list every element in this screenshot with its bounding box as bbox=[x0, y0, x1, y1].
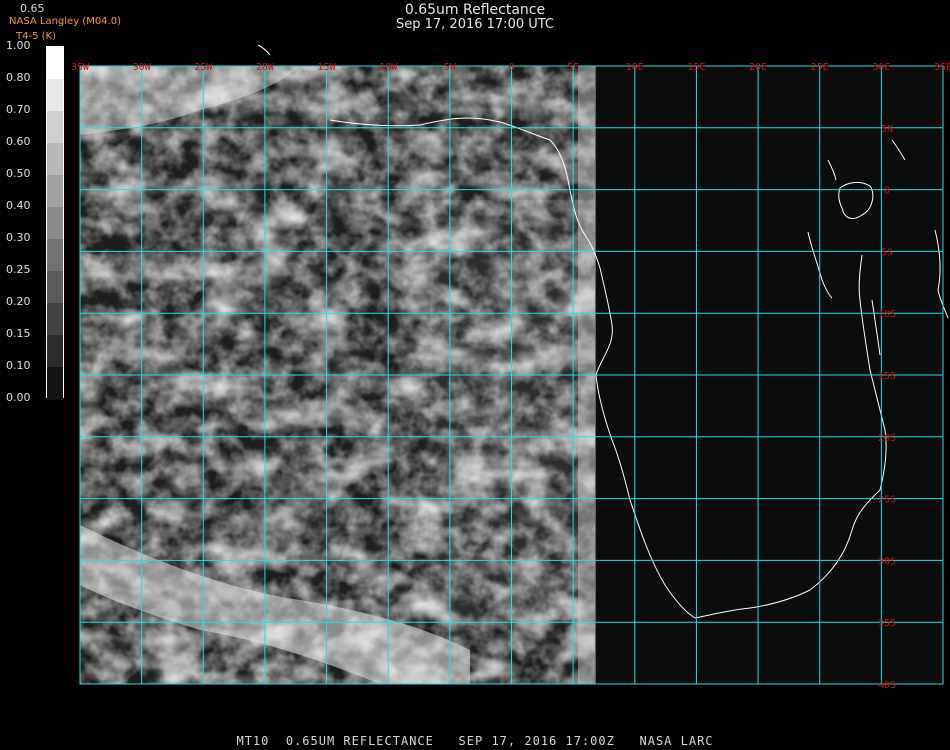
lon-label: 20E bbox=[749, 62, 767, 73]
colorbar-step bbox=[47, 175, 63, 208]
lon-label: 35E bbox=[934, 62, 950, 73]
lon-label: 10W bbox=[379, 62, 398, 73]
lon-label: 15E bbox=[687, 62, 705, 73]
lat-label: 10S bbox=[878, 309, 896, 320]
colorbar-tick-label: 0.15 bbox=[6, 327, 31, 340]
lon-label: 25E bbox=[811, 62, 829, 73]
colorbar-step bbox=[47, 79, 63, 112]
footer-caption: MT10 0.65UM REFLECTANCE SEP 17, 2016 17:… bbox=[236, 734, 714, 748]
colorbar-tick-label: 0.70 bbox=[6, 103, 31, 116]
lat-label: 35S bbox=[878, 618, 896, 629]
colorbar-tick-label: 0.20 bbox=[6, 295, 31, 308]
lon-label: 5E bbox=[567, 62, 579, 73]
colorbar-tick-label: 0.30 bbox=[6, 231, 31, 244]
credit-label: NASA Langley (M04.0) bbox=[9, 16, 121, 27]
lon-label: 35W bbox=[71, 62, 90, 73]
lat-label: 25S bbox=[878, 495, 896, 506]
colorbar bbox=[46, 46, 64, 400]
lat-label: 5N bbox=[881, 124, 893, 135]
colorbar-step bbox=[47, 111, 63, 144]
colorbar-tick-label: 0.40 bbox=[6, 199, 31, 212]
colorbar-tick-label: 1.00 bbox=[6, 39, 31, 52]
lon-label: 15W bbox=[318, 62, 337, 73]
colorbar-tick-label: 0.00 bbox=[6, 391, 31, 404]
lon-label: 30W bbox=[133, 62, 152, 73]
lon-label: 20W bbox=[256, 62, 275, 73]
colorbar-step bbox=[47, 47, 63, 80]
lat-label: 0 bbox=[884, 186, 890, 197]
colorbar-tick-label: 0.80 bbox=[6, 71, 31, 84]
colorbar-tick-label: 0.10 bbox=[6, 359, 31, 372]
colorbar-step bbox=[47, 271, 63, 304]
readout-value: 0.65 bbox=[20, 2, 45, 15]
colorbar-step bbox=[47, 207, 63, 240]
colorbar-step bbox=[47, 367, 63, 400]
colorbar-tick-label: 0.50 bbox=[6, 167, 31, 180]
colorbar-step bbox=[47, 335, 63, 368]
map-title: 0.65um Reflectance bbox=[404, 2, 546, 18]
satellite-map: 35W 30W 25W 20W 15W 10W 5W 0 5E 10E 15E 20E 25E 30E 35… bbox=[71, 44, 950, 691]
colorbar-tick-label: 0.60 bbox=[6, 135, 31, 148]
colorbar-step bbox=[47, 239, 63, 272]
colorbar-tick-label: 0.25 bbox=[6, 263, 31, 276]
lon-label: 10E bbox=[626, 62, 644, 73]
lat-label: 30S bbox=[878, 556, 896, 567]
lon-label: 5W bbox=[444, 62, 457, 73]
lat-label: 15S bbox=[878, 371, 896, 382]
island-north bbox=[257, 44, 271, 56]
map-timestamp: Sep 17, 2016 17:00 UTC bbox=[395, 17, 555, 32]
colorbar-step bbox=[47, 303, 63, 336]
lon-label: 25W bbox=[194, 62, 213, 73]
lat-label: 5S bbox=[881, 247, 893, 258]
colorbar-step bbox=[47, 143, 63, 176]
lat-label: 40S bbox=[878, 680, 896, 691]
lon-label: 0 bbox=[508, 62, 514, 73]
lon-label: 30E bbox=[872, 62, 890, 73]
lat-label: 20S bbox=[878, 433, 896, 444]
